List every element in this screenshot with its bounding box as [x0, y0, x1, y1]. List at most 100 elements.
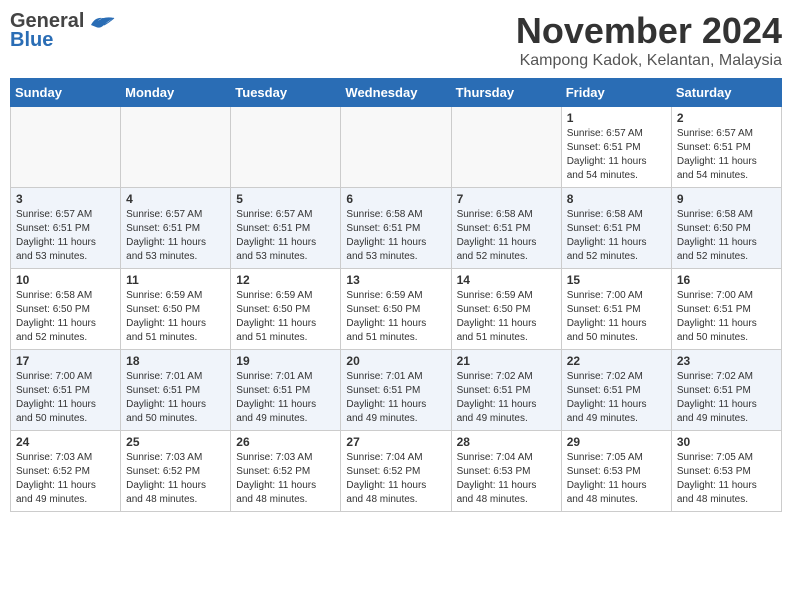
day-number: 30 — [677, 435, 776, 449]
calendar-cell: 17Sunrise: 7:00 AMSunset: 6:51 PMDayligh… — [11, 350, 121, 431]
day-number: 16 — [677, 273, 776, 287]
calendar-cell: 25 Sunrise: 7:03 AMSunset: 6:52 PMDayligh… — [121, 431, 231, 512]
logo-blue-text: Blue — [10, 29, 53, 52]
day-number: 29 — [567, 435, 666, 449]
calendar-cell: 28Sunrise: 7:04 AMSunset: 6:53 PMDayligh… — [451, 431, 561, 512]
day-info: Sunrise: 6:58 AMSunset: 6:51 PMDaylight:… — [346, 208, 445, 264]
weekday-header-saturday: Saturday — [671, 79, 781, 107]
day-number: 12 — [236, 273, 335, 287]
day-number: 11 — [126, 273, 225, 287]
weekday-header-tuesday: Tuesday — [231, 79, 341, 107]
day-number: 28 — [457, 435, 556, 449]
calendar-cell: 19 Sunrise: 7:01 AMSunset: 6:51 PMDayligh… — [231, 350, 341, 431]
day-info: Sunrise: 7:00 AMSunset: 6:51 PMDaylight:… — [16, 370, 115, 426]
day-info: Sunrise: 6:59 AMSunset: 6:50 PMDaylight:… — [126, 289, 225, 345]
calendar-cell: 6 Sunrise: 6:58 AMSunset: 6:51 PMDaylight… — [341, 188, 451, 269]
calendar-cell — [451, 107, 561, 188]
calendar-cell — [231, 107, 341, 188]
calendar-cell: 20 Sunrise: 7:01 AMSunset: 6:51 PMDayligh… — [341, 350, 451, 431]
calendar-cell — [11, 107, 121, 188]
day-info: Sunrise: 7:03 AMSunset: 6:52 PMDaylight:… — [16, 451, 115, 507]
day-info: Sunrise: 6:59 AMSunset: 6:50 PMDaylight:… — [236, 289, 335, 345]
calendar-cell: 2 Sunrise: 6:57 AMSunset: 6:51 PMDaylight… — [671, 107, 781, 188]
page-header: General Blue November 2024 Kampong Kadok… — [10, 10, 782, 70]
calendar-cell: 5 Sunrise: 6:57 AMSunset: 6:51 PMDaylight… — [231, 188, 341, 269]
calendar-cell: 7 Sunrise: 6:58 AMSunset: 6:51 PMDaylight… — [451, 188, 561, 269]
weekday-header-thursday: Thursday — [451, 79, 561, 107]
day-number: 22 — [567, 354, 666, 368]
day-number: 4 — [126, 192, 225, 206]
calendar-cell: 11 Sunrise: 6:59 AMSunset: 6:50 PMDayligh… — [121, 269, 231, 350]
day-info: Sunrise: 7:05 AMSunset: 6:53 PMDaylight:… — [677, 451, 776, 507]
calendar-cell: 14Sunrise: 6:59 AMSunset: 6:50 PMDayligh… — [451, 269, 561, 350]
day-info: Sunrise: 7:00 AMSunset: 6:51 PMDaylight:… — [567, 289, 666, 345]
calendar-table: SundayMondayTuesdayWednesdayThursdayFrid… — [10, 78, 782, 512]
day-number: 24 — [16, 435, 115, 449]
day-info: Sunrise: 6:58 AMSunset: 6:51 PMDaylight:… — [567, 208, 666, 264]
day-info: Sunrise: 6:57 AMSunset: 6:51 PMDaylight:… — [567, 127, 666, 183]
day-number: 27 — [346, 435, 445, 449]
calendar-cell: 21Sunrise: 7:02 AMSunset: 6:51 PMDayligh… — [451, 350, 561, 431]
calendar-cell: 13Sunrise: 6:59 AMSunset: 6:50 PMDayligh… — [341, 269, 451, 350]
day-number: 10 — [16, 273, 115, 287]
day-info: Sunrise: 7:05 AMSunset: 6:53 PMDaylight:… — [567, 451, 666, 507]
calendar-week-row: 17Sunrise: 7:00 AMSunset: 6:51 PMDayligh… — [11, 350, 782, 431]
day-number: 6 — [346, 192, 445, 206]
day-info: Sunrise: 7:02 AMSunset: 6:51 PMDaylight:… — [457, 370, 556, 426]
day-info: Sunrise: 6:57 AMSunset: 6:51 PMDaylight:… — [677, 127, 776, 183]
calendar-cell: 16Sunrise: 7:00 AMSunset: 6:51 PMDayligh… — [671, 269, 781, 350]
weekday-header-friday: Friday — [561, 79, 671, 107]
day-info: Sunrise: 6:58 AMSunset: 6:50 PMDaylight:… — [16, 289, 115, 345]
day-info: Sunrise: 6:57 AMSunset: 6:51 PMDaylight:… — [126, 208, 225, 264]
calendar-cell: 24 Sunrise: 7:03 AMSunset: 6:52 PMDayligh… — [11, 431, 121, 512]
calendar-cell: 27 Sunrise: 7:04 AMSunset: 6:52 PMDayligh… — [341, 431, 451, 512]
day-number: 5 — [236, 192, 335, 206]
day-info: Sunrise: 6:57 AMSunset: 6:51 PMDaylight:… — [236, 208, 335, 264]
day-info: Sunrise: 6:59 AMSunset: 6:50 PMDaylight:… — [457, 289, 556, 345]
day-number: 25 — [126, 435, 225, 449]
calendar-week-row: 10 Sunrise: 6:58 AMSunset: 6:50 PMDayligh… — [11, 269, 782, 350]
day-info: Sunrise: 6:58 AMSunset: 6:50 PMDaylight:… — [677, 208, 776, 264]
day-number: 1 — [567, 111, 666, 125]
day-number: 9 — [677, 192, 776, 206]
calendar-cell: 3Sunrise: 6:57 AMSunset: 6:51 PMDaylight… — [11, 188, 121, 269]
calendar-cell: 9 Sunrise: 6:58 AMSunset: 6:50 PMDaylight… — [671, 188, 781, 269]
calendar-cell: 30 Sunrise: 7:05 AMSunset: 6:53 PMDayligh… — [671, 431, 781, 512]
location-title: Kampong Kadok, Kelantan, Malaysia — [516, 52, 782, 70]
day-info: Sunrise: 7:01 AMSunset: 6:51 PMDaylight:… — [236, 370, 335, 426]
day-info: Sunrise: 7:02 AMSunset: 6:51 PMDaylight:… — [677, 370, 776, 426]
day-number: 19 — [236, 354, 335, 368]
month-title: November 2024 — [516, 10, 782, 52]
day-info: Sunrise: 6:59 AMSunset: 6:50 PMDaylight:… — [346, 289, 445, 345]
weekday-header-monday: Monday — [121, 79, 231, 107]
calendar-cell: 29 Sunrise: 7:05 AMSunset: 6:53 PMDayligh… — [561, 431, 671, 512]
calendar-cell: 18Sunrise: 7:01 AMSunset: 6:51 PMDayligh… — [121, 350, 231, 431]
calendar-cell: 23 Sunrise: 7:02 AMSunset: 6:51 PMDayligh… — [671, 350, 781, 431]
weekday-header-sunday: Sunday — [11, 79, 121, 107]
day-info: Sunrise: 6:57 AMSunset: 6:51 PMDaylight:… — [16, 208, 115, 264]
calendar-cell: 15Sunrise: 7:00 AMSunset: 6:51 PMDayligh… — [561, 269, 671, 350]
day-info: Sunrise: 7:01 AMSunset: 6:51 PMDaylight:… — [346, 370, 445, 426]
day-info: Sunrise: 7:03 AMSunset: 6:52 PMDaylight:… — [126, 451, 225, 507]
logo-bird-icon — [86, 11, 116, 33]
day-number: 7 — [457, 192, 556, 206]
day-number: 23 — [677, 354, 776, 368]
day-info: Sunrise: 7:02 AMSunset: 6:51 PMDaylight:… — [567, 370, 666, 426]
weekday-header-wednesday: Wednesday — [341, 79, 451, 107]
calendar-cell: 12 Sunrise: 6:59 AMSunset: 6:50 PMDayligh… — [231, 269, 341, 350]
day-info: Sunrise: 7:04 AMSunset: 6:52 PMDaylight:… — [346, 451, 445, 507]
calendar-cell: 22 Sunrise: 7:02 AMSunset: 6:51 PMDayligh… — [561, 350, 671, 431]
day-info: Sunrise: 6:58 AMSunset: 6:51 PMDaylight:… — [457, 208, 556, 264]
calendar-cell: 1 Sunrise: 6:57 AMSunset: 6:51 PMDaylight… — [561, 107, 671, 188]
calendar-header-row: SundayMondayTuesdayWednesdayThursdayFrid… — [11, 79, 782, 107]
calendar-cell: 8Sunrise: 6:58 AMSunset: 6:51 PMDaylight… — [561, 188, 671, 269]
calendar-week-row: 24 Sunrise: 7:03 AMSunset: 6:52 PMDayligh… — [11, 431, 782, 512]
title-area: November 2024 Kampong Kadok, Kelantan, M… — [516, 10, 782, 70]
calendar-cell — [341, 107, 451, 188]
calendar-week-row: 3Sunrise: 6:57 AMSunset: 6:51 PMDaylight… — [11, 188, 782, 269]
day-number: 20 — [346, 354, 445, 368]
day-number: 2 — [677, 111, 776, 125]
calendar-week-row: 1 Sunrise: 6:57 AMSunset: 6:51 PMDaylight… — [11, 107, 782, 188]
calendar-cell — [121, 107, 231, 188]
day-info: Sunrise: 7:01 AMSunset: 6:51 PMDaylight:… — [126, 370, 225, 426]
